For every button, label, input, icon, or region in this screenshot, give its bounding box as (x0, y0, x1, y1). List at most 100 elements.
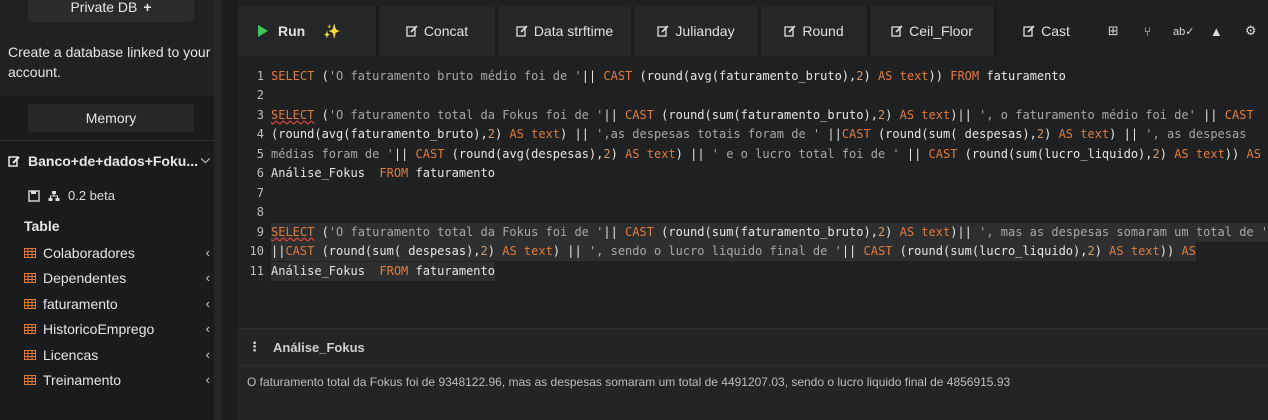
private-db-description: Create a database linked to your account… (8, 44, 211, 80)
version-row: 0.2 beta (28, 188, 115, 203)
code-line: 4 (round(avg(faturamento_bruto),2) AS te… (238, 125, 1268, 144)
sidebar-scrollbar[interactable] (214, 0, 222, 420)
code-text-selected: ||CAST (round(sum( despesas),2) AS text)… (271, 242, 1196, 261)
column-menu-icon[interactable]: ⋮ (248, 339, 261, 355)
chevron-left-icon[interactable]: ‹ (206, 347, 210, 362)
line-number: 2 (256, 88, 264, 102)
code-text: SELECT ('O faturamento bruto médio foi d… (271, 69, 1066, 83)
edit-icon (516, 25, 528, 37)
line-number: 11 (249, 264, 264, 278)
table-label: Treinamento (43, 372, 122, 388)
table-icon (24, 375, 36, 385)
line-number: 5 (256, 147, 264, 161)
edit-icon (1023, 25, 1035, 37)
code-line: 8 (238, 203, 1268, 222)
toolbar-actions: ⊞ ⑂ ab✓ ▲ ⚙ (1096, 6, 1268, 56)
table-icon (24, 324, 36, 334)
results-column-header[interactable]: ⋮ Análise_Fokus (248, 339, 365, 355)
sparkle-icon[interactable]: ✨ (323, 23, 340, 40)
play-icon (258, 25, 268, 37)
line-number: 8 (256, 205, 264, 219)
database-item[interactable]: Banco+de+dados+Foku... ⌵ (8, 152, 216, 170)
line-number: 3 (256, 108, 264, 122)
plus-icon[interactable]: + (143, 0, 151, 15)
table-label: Dependentes (43, 270, 127, 286)
sql-editor[interactable]: 1 SELECT ('O faturamento bruto médio foi… (238, 62, 1268, 292)
share-icon[interactable]: ⑂ (1139, 24, 1157, 39)
run-label: Run (278, 23, 306, 39)
tab-round[interactable]: Round (761, 6, 867, 56)
tab-label: Cast (1041, 23, 1070, 39)
code-text: médias foram de '|| CAST (round(avg(desp… (271, 147, 1261, 161)
memory-button[interactable]: Memory (28, 104, 194, 132)
chevron-left-icon[interactable]: ‹ (206, 245, 210, 260)
table-icon (24, 248, 36, 258)
tab-label: Round (802, 23, 844, 39)
sidebar-item-licencas[interactable]: Licencas ‹ (24, 346, 214, 364)
private-db-button[interactable]: Private DB + (28, 0, 194, 22)
private-db-label: Private DB (70, 0, 138, 15)
table-label: Licencas (43, 347, 99, 363)
tab-label: Ceil_Floor (909, 23, 973, 39)
sidebar-item-dependentes[interactable]: Dependentes ‹ (24, 269, 214, 287)
tab-julianday[interactable]: Julianday (634, 6, 758, 56)
table-icon (24, 299, 36, 309)
sidebar-item-treinamento[interactable]: Treinamento ‹ (24, 371, 214, 389)
chevron-left-icon[interactable]: ‹ (206, 321, 210, 336)
chevron-down-icon[interactable]: ⌵ (201, 152, 210, 167)
line-number: 6 (256, 166, 264, 180)
diagram-icon[interactable] (48, 190, 60, 202)
tab-label: Data strftime (533, 23, 614, 39)
main-panel: Run ✨ Concat Data strftime Julianday Rou… (238, 0, 1268, 420)
version-label: 0.2 beta (68, 188, 115, 203)
edit-icon (784, 25, 796, 37)
chevron-left-icon[interactable]: ‹ (206, 296, 210, 311)
table-icon (24, 350, 36, 360)
user-icon[interactable]: ▲ (1207, 24, 1225, 39)
sidebar-item-historicoemprego[interactable]: HistoricoEmprego ‹ (24, 320, 214, 338)
run-button[interactable]: Run ✨ (238, 6, 376, 56)
code-line: 2 (238, 86, 1268, 105)
code-line: 3 SELECT ('O faturamento total da Fokus … (238, 106, 1268, 125)
line-number: 9 (256, 225, 264, 239)
edit-icon (657, 25, 669, 37)
save-icon[interactable] (28, 189, 40, 202)
code-line: 7 (238, 184, 1268, 203)
sidebar-item-faturamento[interactable]: faturamento ‹ (24, 295, 214, 313)
code-line: 6 Análise_Fokus FROM faturamento (238, 164, 1268, 183)
table-label: Colaboradores (43, 245, 135, 261)
code-text: (round(avg(faturamento_bruto),2) AS text… (271, 127, 1247, 141)
sidebar-item-colaboradores[interactable]: Colaboradores ‹ (24, 244, 214, 262)
add-icon[interactable]: ⊞ (1104, 23, 1122, 39)
code-text: SELECT ('O faturamento total da Fokus fo… (271, 108, 1254, 122)
line-number: 4 (256, 127, 264, 141)
toolbar: Run ✨ Concat Data strftime Julianday Rou… (238, 6, 1268, 56)
database-name: Banco+de+dados+Foku... (28, 153, 198, 169)
spellcheck-icon[interactable]: ab✓ (1173, 25, 1194, 38)
table-label: faturamento (43, 296, 118, 312)
code-line: 11 Análise_Fokus FROM faturamento (238, 262, 1268, 281)
edit-icon (891, 25, 903, 37)
settings-icon[interactable]: ⚙ (1242, 23, 1260, 39)
line-number: 7 (256, 186, 264, 200)
tab-data-strftime[interactable]: Data strftime (498, 6, 631, 56)
code-text-selected: SELECT ('O faturamento total da Fokus fo… (271, 223, 1268, 242)
chevron-left-icon[interactable]: ‹ (206, 372, 210, 387)
table-heading: Table (24, 218, 60, 234)
database-edit-icon (8, 156, 20, 167)
table-icon (24, 273, 36, 283)
chevron-left-icon[interactable]: ‹ (206, 270, 210, 285)
edit-icon (406, 25, 418, 37)
code-line: 10 ||CAST (round(sum( despesas),2) AS te… (238, 242, 1268, 261)
tab-cast[interactable]: Cast (997, 6, 1096, 56)
results-panel: ⋮ Análise_Fokus O faturamento total da F… (238, 328, 1268, 420)
sidebar: Private DB + Create a database linked to … (0, 0, 222, 420)
tab-ceil-floor[interactable]: Ceil_Floor (870, 6, 994, 56)
private-db-panel: Private DB + Create a database linked to … (0, 0, 222, 96)
result-cell[interactable]: O faturamento total da Fokus foi de 9348… (247, 375, 1010, 389)
results-divider (238, 365, 1268, 366)
column-name: Análise_Fokus (273, 339, 365, 355)
tab-concat[interactable]: Concat (379, 6, 495, 56)
line-number: 1 (256, 69, 264, 83)
tab-label: Concat (423, 23, 469, 39)
